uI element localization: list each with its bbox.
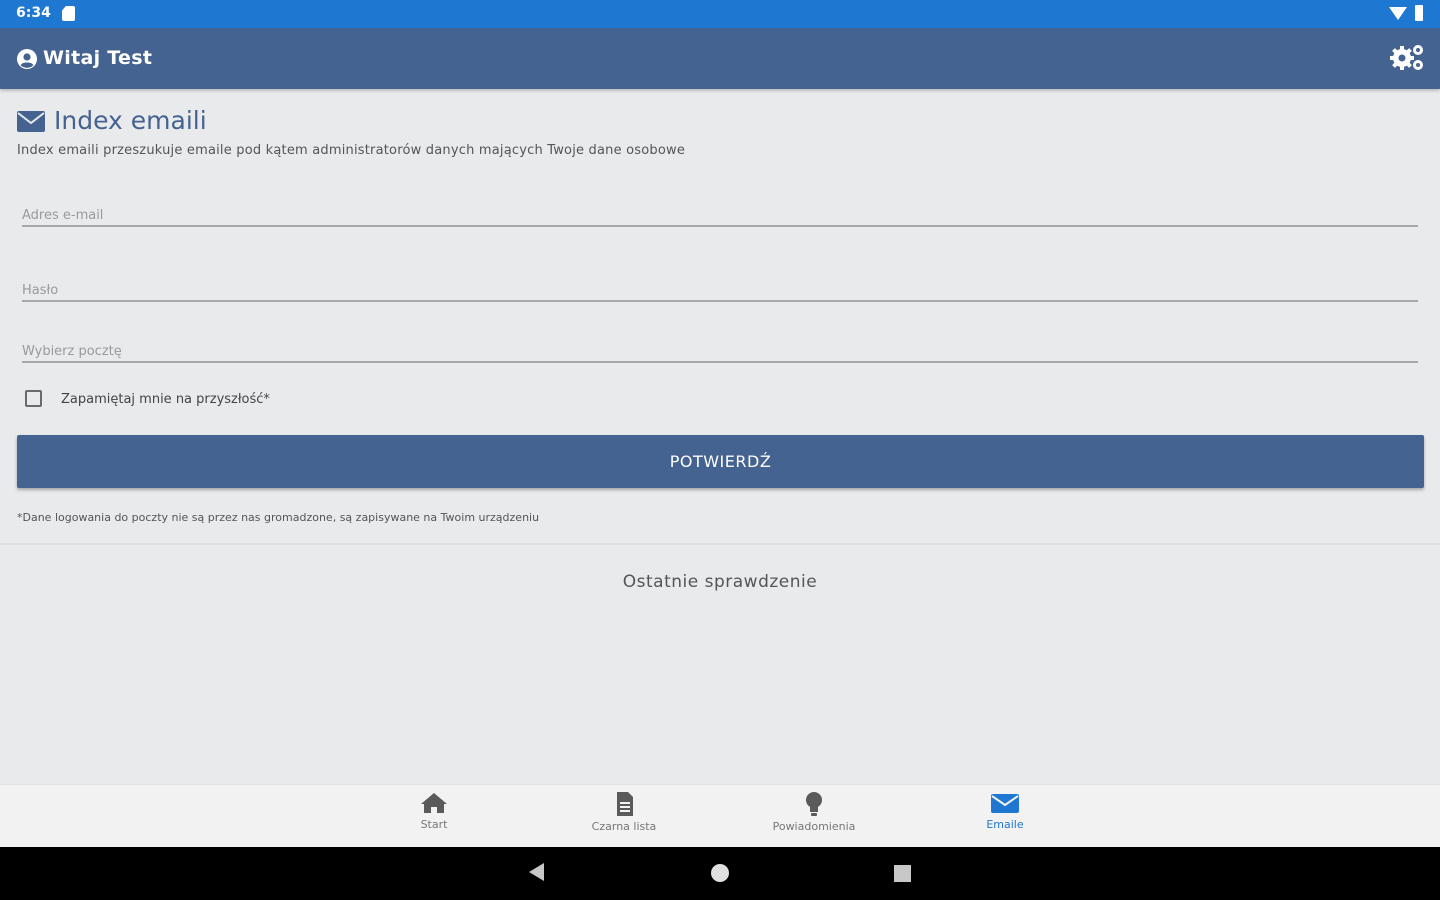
password-field[interactable] (22, 283, 1418, 300)
back-icon[interactable] (529, 863, 544, 881)
status-time: 6:34 (16, 5, 51, 21)
wifi-icon (1389, 7, 1407, 20)
nav-item-start[interactable]: Start (359, 791, 509, 845)
nav-item-blacklist[interactable]: Czarna lista (549, 791, 699, 845)
battery-icon (1415, 5, 1423, 21)
status-bar: 6:34 (0, 0, 1440, 28)
nav-item-notifications[interactable]: Powiadomienia (739, 791, 889, 845)
envelope-icon (17, 111, 45, 132)
recents-icon[interactable] (894, 865, 911, 882)
envelope-icon (991, 794, 1019, 813)
home-icon (421, 793, 447, 813)
bottom-navigation: Start Czarna lista Powiadomienia Emaile (0, 784, 1440, 848)
app-bar: Witaj Test (0, 28, 1440, 89)
nav-label-start: Start (420, 818, 448, 831)
page-description: Index emaili przeszukuje emaile pod kąte… (17, 143, 686, 158)
document-icon (617, 792, 633, 816)
mail-provider-select[interactable]: Wybierz pocztę (22, 344, 1418, 363)
mail-provider-placeholder: Wybierz pocztę (22, 344, 122, 359)
nav-label-notifications: Powiadomienia (772, 820, 856, 833)
nav-label-blacklist: Czarna lista (591, 820, 657, 833)
user-circle-icon (17, 49, 37, 69)
section-divider (0, 543, 1440, 545)
email-field-container (22, 204, 1418, 227)
sd-card-icon (62, 6, 75, 21)
password-field-container (22, 279, 1418, 302)
lightbulb-icon (806, 792, 822, 816)
system-navigation-bar (0, 847, 1440, 900)
gears-icon[interactable] (1389, 42, 1425, 72)
nav-label-emails: Emaile (986, 818, 1024, 831)
confirm-button[interactable]: POTWIERDŹ (17, 435, 1424, 488)
last-check-heading: Ostatnie sprawdzenie (622, 572, 818, 592)
home-circle-icon[interactable] (711, 864, 729, 882)
privacy-footnote: *Dane logowania do poczty nie są przez n… (17, 511, 540, 524)
remember-me-checkbox[interactable] (25, 390, 42, 407)
greeting-text: Witaj Test (43, 47, 153, 69)
nav-item-emails[interactable]: Emaile (930, 791, 1080, 845)
remember-me-label[interactable]: Zapamiętaj mnie na przyszłość* (61, 392, 270, 407)
page-title: Index emaili (54, 106, 207, 135)
email-field[interactable] (22, 208, 1418, 225)
